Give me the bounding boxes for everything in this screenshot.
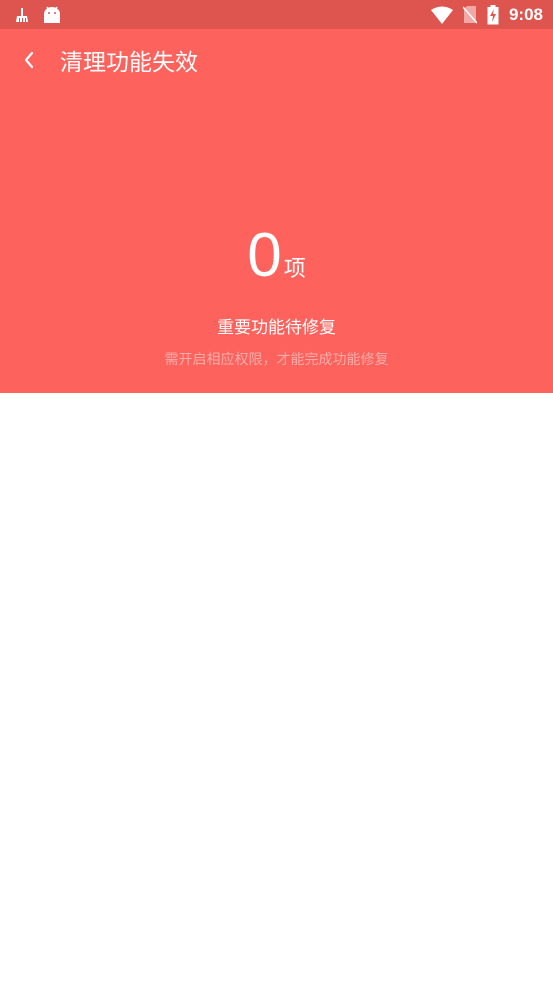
hero-panel: 清理功能失效 0 项 重要功能待修复 需开启相应权限，才能完成功能修复 [0,29,553,393]
wifi-icon [430,6,453,24]
status-left [14,6,62,24]
chevron-left-icon [23,51,35,69]
back-button[interactable] [0,29,58,91]
android-icon [42,6,62,24]
status-bar: 9:08 [0,0,553,29]
page-title: 清理功能失效 [60,50,198,76]
status-time: 9:08 [508,4,543,24]
issue-count-number: 0 [247,221,282,290]
summary-headline: 重要功能待修复 [217,318,336,338]
app-bar: 清理功能失效 [0,29,553,91]
cleaner-icon [14,7,30,23]
summary-subtext: 需开启相应权限，才能完成功能修复 [164,352,389,368]
status-right: 9:08 [430,4,543,25]
issue-count-unit: 项 [283,257,306,282]
no-sim-icon [462,5,477,24]
issue-count: 0 项 [0,225,553,287]
battery-charging-icon [487,4,499,25]
